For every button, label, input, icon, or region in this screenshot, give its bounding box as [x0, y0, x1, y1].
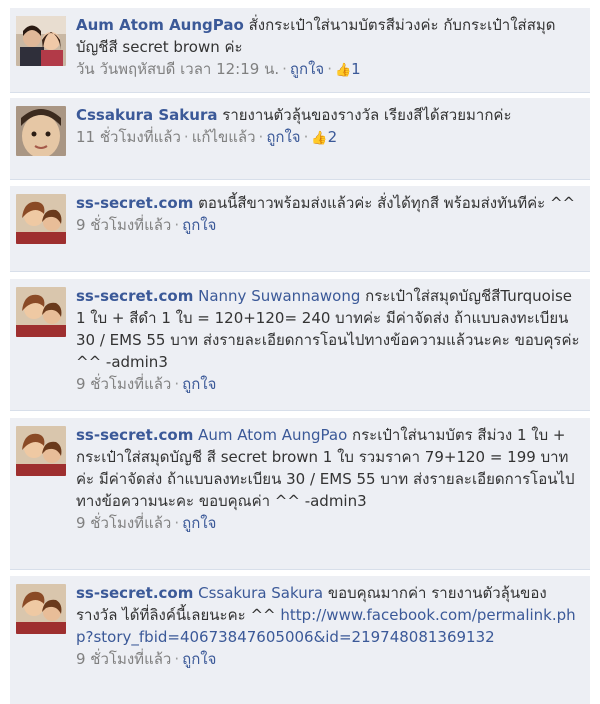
avatar[interactable] — [16, 106, 66, 156]
comment-timestamp[interactable]: 9 ชั่วโมงที่แล้ว — [76, 216, 171, 234]
separator-dot: · — [183, 128, 189, 146]
thumbs-up-icon[interactable]: 👍 — [335, 63, 351, 78]
like-button[interactable]: ถูกใจ — [290, 60, 324, 78]
comment-meta: 9 ชั่วโมงที่แล้ว · ถูกใจ — [76, 214, 580, 236]
separator-dot: · — [174, 514, 180, 532]
comment-body: ss-secret.com Aum Atom AungPao กระเป๋าใส… — [76, 424, 580, 534]
comment-timestamp[interactable]: 9 ชั่วโมงที่แล้ว — [76, 375, 171, 393]
comment-item: ss-secret.com Nanny Suwannawong กระเป๋าใ… — [10, 279, 590, 411]
like-count[interactable]: 2 — [328, 128, 338, 146]
comment-meta: วัน วันพฤหัสบดี เวลา 12:19 น. · ถูกใจ · 👍1 — [76, 58, 580, 82]
comment-text: ตอนนี้สีขาวพร้อมส่งแล้วค่ะ สั่งได้ทุกสี … — [198, 194, 576, 212]
avatar[interactable] — [16, 16, 66, 66]
separator-dot: · — [174, 216, 180, 234]
comment-meta: 9 ชั่วโมงที่แล้ว · ถูกใจ — [76, 648, 580, 670]
mention-link[interactable]: Aum Atom AungPao — [198, 426, 347, 444]
avatar[interactable] — [16, 426, 66, 476]
avatar[interactable] — [16, 194, 66, 244]
separator-dot: · — [258, 128, 264, 146]
mention-link[interactable]: Cssakura Sakura — [198, 584, 323, 602]
separator-dot: · — [303, 128, 309, 146]
separator-dot: · — [327, 60, 332, 78]
avatar[interactable] — [16, 584, 66, 634]
comment-timestamp[interactable]: 11 ชั่วโมงที่แล้ว — [76, 128, 181, 146]
comment-item: Cssakura Sakura รายงานตัวลุ้นของรางวัล เ… — [10, 98, 590, 180]
comment-author-link[interactable]: Cssakura Sakura — [76, 106, 217, 124]
separator-dot: · — [174, 650, 180, 668]
comment-meta: 11 ชั่วโมงที่แล้ว · แก้ไขแล้ว · ถูกใจ · 👍2 — [76, 126, 580, 150]
edited-label[interactable]: แก้ไขแล้ว — [192, 128, 256, 146]
comment-author-link[interactable]: ss-secret.com — [76, 194, 193, 212]
comment-timestamp[interactable]: 9 ชั่วโมงที่แล้ว — [76, 514, 171, 532]
comment-author-link[interactable]: ss-secret.com — [76, 426, 193, 444]
comment-author-link[interactable]: ss-secret.com — [76, 287, 193, 305]
comment-item: ss-secret.com Cssakura Sakura ขอบคุณมากค… — [10, 576, 590, 704]
like-button[interactable]: ถูกใจ — [266, 128, 300, 146]
comment-body: Cssakura Sakura รายงานตัวลุ้นของรางวัล เ… — [76, 104, 580, 150]
comment-timestamp[interactable]: วัน วันพฤหัสบดี เวลา 12:19 น. — [76, 60, 279, 78]
like-button[interactable]: ถูกใจ — [182, 216, 216, 234]
comment-item: ss-secret.com Aum Atom AungPao กระเป๋าใส… — [10, 418, 590, 570]
mention-link[interactable]: Nanny Suwannawong — [198, 287, 360, 305]
like-button[interactable]: ถูกใจ — [182, 514, 216, 532]
comment-body: ss-secret.com Cssakura Sakura ขอบคุณมากค… — [76, 582, 580, 670]
avatar[interactable] — [16, 287, 66, 337]
comment-item: Aum Atom AungPao สั่งกระเป๋าใส่นามบัตรสี… — [10, 8, 590, 93]
comment-body: ss-secret.com ตอนนี้สีขาวพร้อมส่งแล้วค่ะ… — [76, 192, 580, 236]
comment-item: ss-secret.com ตอนนี้สีขาวพร้อมส่งแล้วค่ะ… — [10, 186, 590, 272]
comment-body: ss-secret.com Nanny Suwannawong กระเป๋าใ… — [76, 285, 580, 395]
like-count[interactable]: 1 — [351, 60, 361, 78]
comment-meta: 9 ชั่วโมงที่แล้ว · ถูกใจ — [76, 373, 580, 395]
comment-meta: 9 ชั่วโมงที่แล้ว · ถูกใจ — [76, 512, 580, 534]
like-button[interactable]: ถูกใจ — [182, 375, 216, 393]
like-button[interactable]: ถูกใจ — [182, 650, 216, 668]
separator-dot: · — [174, 375, 180, 393]
comment-timestamp[interactable]: 9 ชั่วโมงที่แล้ว — [76, 650, 171, 668]
thumbs-up-icon[interactable]: 👍 — [311, 131, 327, 146]
separator-dot: · — [282, 60, 287, 78]
comment-body: Aum Atom AungPao สั่งกระเป๋าใส่นามบัตรสี… — [76, 14, 580, 82]
comment-list: Aum Atom AungPao สั่งกระเป๋าใส่นามบัตรสี… — [0, 0, 600, 704]
comment-text: รายงานตัวลุ้นของรางวัล เรียงสีได้สวยมากค… — [222, 106, 512, 124]
comment-author-link[interactable]: Aum Atom AungPao — [76, 16, 244, 34]
comment-author-link[interactable]: ss-secret.com — [76, 584, 193, 602]
